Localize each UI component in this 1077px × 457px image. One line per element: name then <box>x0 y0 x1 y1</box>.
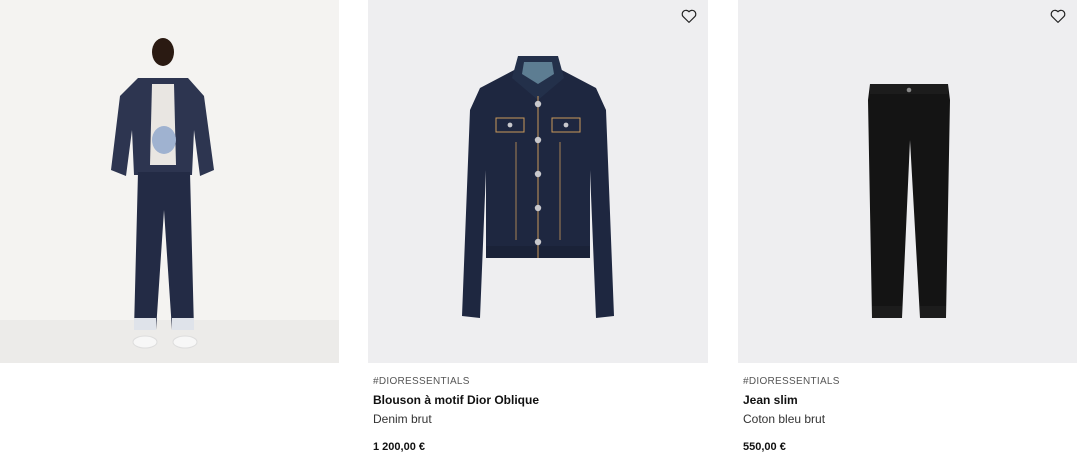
product-info-jeans[interactable]: #DIORESSENTIALS Jean slim Coton bleu bru… <box>743 375 1073 454</box>
product-title[interactable]: Blouson à motif Dior Oblique <box>373 393 703 407</box>
product-price: 550,00 € <box>743 441 786 453</box>
product-tag: #DIORESSENTIALS <box>373 376 470 387</box>
favorite-heart-icon[interactable] <box>1049 7 1067 25</box>
product-tile-jacket[interactable] <box>368 0 708 363</box>
product-tag: #DIORESSENTIALS <box>743 376 840 387</box>
product-price: 1 200,00 € <box>373 441 425 453</box>
lookbook-image-tile[interactable] <box>0 0 339 363</box>
jacket-image <box>368 0 708 363</box>
product-title[interactable]: Jean slim <box>743 393 1073 407</box>
product-tile-jeans[interactable] <box>738 0 1077 363</box>
product-info-jacket[interactable]: #DIORESSENTIALS Blouson à motif Dior Obl… <box>373 375 703 454</box>
product-subtitle: Coton bleu brut <box>743 412 826 426</box>
jeans-image <box>738 0 1077 363</box>
model-photo <box>0 0 339 363</box>
favorite-heart-icon[interactable] <box>680 7 698 25</box>
product-subtitle: Denim brut <box>373 412 432 426</box>
